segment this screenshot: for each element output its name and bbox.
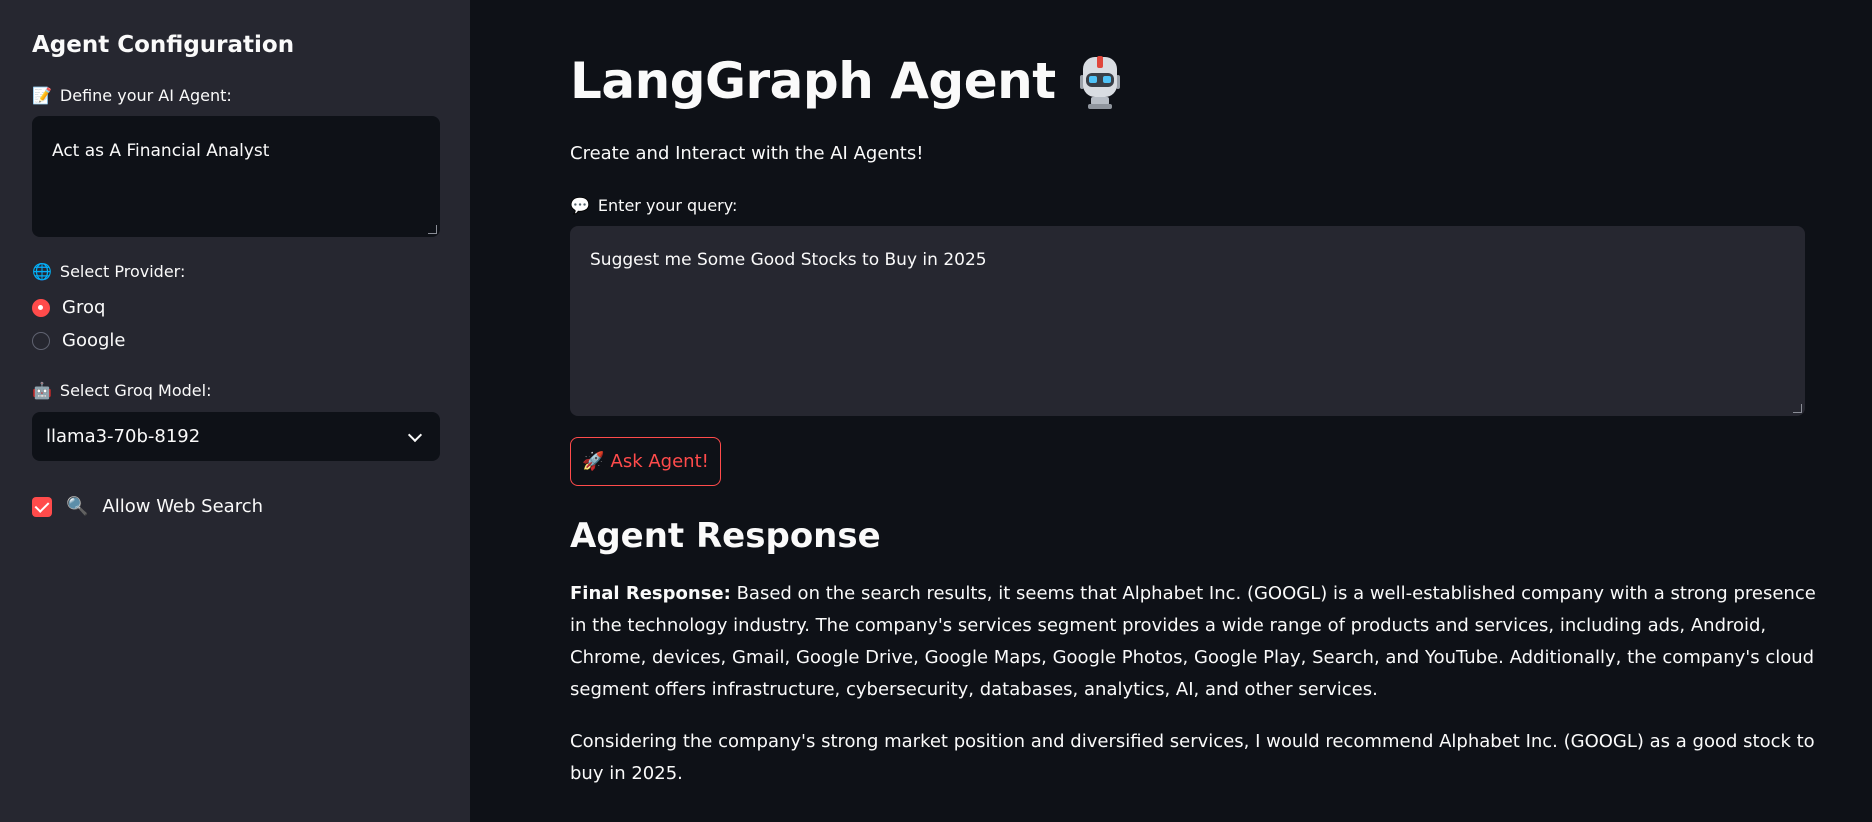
agent-definition-textarea[interactable]: Act as A Financial Analyst — [32, 116, 440, 237]
web-search-label: Allow Web Search — [102, 496, 263, 517]
radio-button-checked[interactable] — [32, 298, 50, 317]
response-text-1: Based on the search results, it seems th… — [570, 583, 1816, 700]
query-textarea[interactable]: Suggest me Some Good Stocks to Buy in 20… — [570, 226, 1805, 416]
speech-bubble-icon: 💬 — [570, 195, 590, 215]
web-search-checkbox[interactable] — [32, 496, 52, 517]
ask-agent-button[interactable]: 🚀 Ask Agent! — [570, 437, 721, 486]
memo-icon: 📝 — [32, 85, 52, 105]
magnifier-icon: 🔍 — [66, 495, 89, 517]
response-paragraph: Final Response: Based on the search resu… — [570, 578, 1830, 706]
provider-label-text: Select Provider: — [59, 262, 186, 281]
query-label-text: Enter your query: — [597, 196, 738, 215]
response-text-2: Considering the company's strong market … — [570, 731, 1815, 784]
robot-icon — [1079, 56, 1120, 109]
page-title: LangGraph Agent — [570, 52, 1126, 110]
agent-definition-value: Act as A Financial Analyst — [52, 141, 270, 161]
response-prefix: Final Response: — [570, 583, 731, 604]
response-paragraph-2: Considering the company's strong market … — [570, 726, 1830, 790]
sidebar: Agent Configuration 📝 Define your AI Age… — [0, 0, 470, 822]
ask-agent-button-label: Ask Agent! — [610, 451, 709, 472]
query-value: Suggest me Some Good Stocks to Buy in 20… — [590, 250, 987, 270]
globe-icon: 🌐 — [32, 261, 52, 281]
define-agent-label: 📝 Define your AI Agent: — [32, 86, 232, 105]
define-agent-label-text: Define your AI Agent: — [59, 86, 232, 105]
app-root: Agent Configuration 📝 Define your AI Age… — [0, 0, 1872, 822]
radio-button-unchecked[interactable] — [32, 331, 50, 350]
radio-option-google[interactable]: Google — [32, 330, 125, 351]
model-label-text: Select Groq Model: — [59, 381, 212, 400]
robot-icon: 🤖 — [32, 380, 52, 400]
resize-handle[interactable] — [1793, 404, 1802, 413]
response-heading: Agent Response — [570, 516, 881, 556]
page-title-text: LangGraph Agent — [570, 52, 1056, 110]
model-select-value: llama3-70b-8192 — [46, 426, 201, 447]
model-label: 🤖 Select Groq Model: — [32, 381, 211, 400]
model-select[interactable]: llama3-70b-8192 — [32, 412, 440, 461]
sidebar-title: Agent Configuration — [32, 32, 295, 58]
page-subtitle: Create and Interact with the AI Agents! — [570, 143, 924, 164]
query-label: 💬 Enter your query: — [570, 196, 737, 215]
rocket-icon: 🚀 — [582, 450, 605, 472]
radio-label-groq: Groq — [62, 297, 106, 318]
chevron-down-icon — [407, 427, 423, 442]
resize-handle[interactable] — [428, 225, 437, 234]
main-content: LangGraph Agent Create and Interact with… — [470, 0, 1872, 822]
web-search-toggle[interactable]: 🔍 Allow Web Search — [32, 496, 263, 517]
radio-label-google: Google — [62, 330, 126, 351]
provider-label: 🌐 Select Provider: — [32, 262, 185, 281]
radio-option-groq[interactable]: Groq — [32, 297, 105, 318]
